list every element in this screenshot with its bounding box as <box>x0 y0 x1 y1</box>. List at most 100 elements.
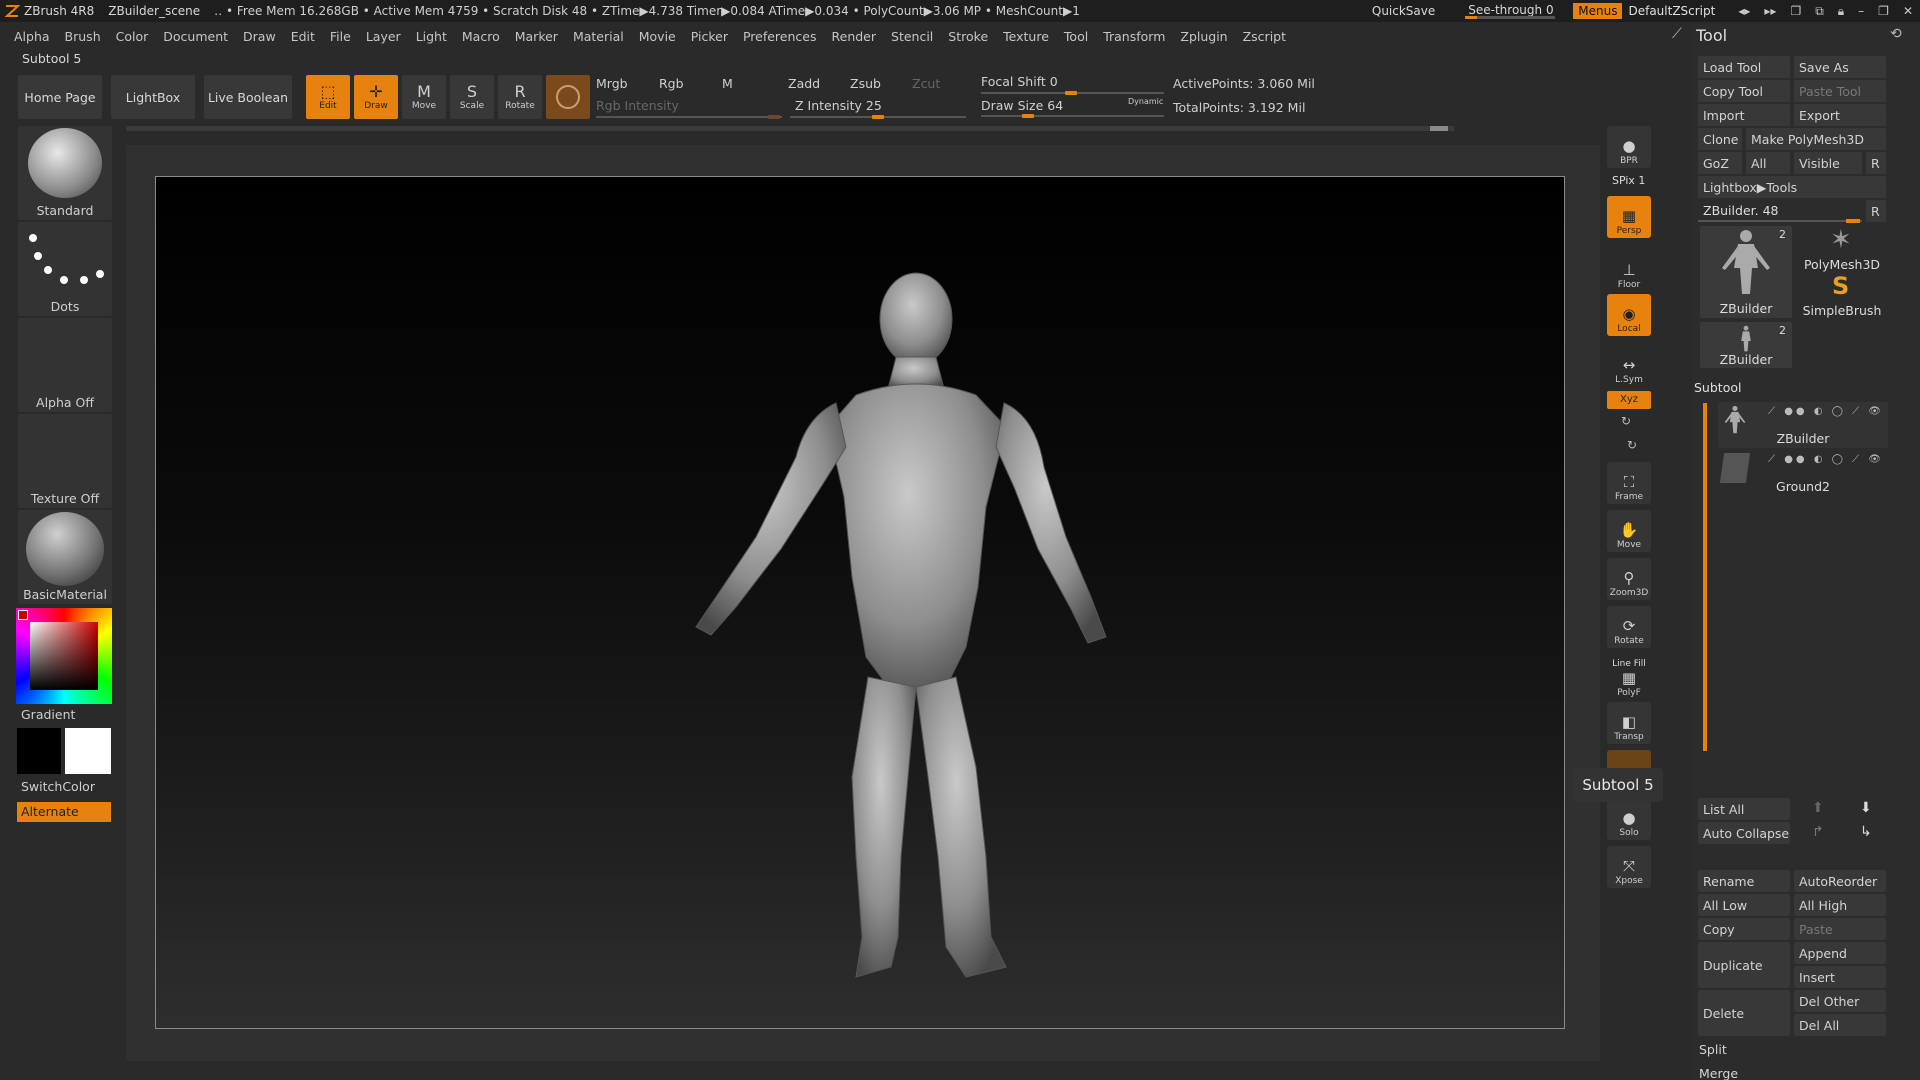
menu-preferences[interactable]: Preferences <box>743 29 817 44</box>
arrow-down-right-icon[interactable]: ↳ <box>1860 824 1872 840</box>
rgb-intensity-slider[interactable]: Rgb Intensity <box>596 98 679 113</box>
home-page-button[interactable]: Home Page <box>18 75 102 119</box>
window-tile-icon[interactable]: ❐ <box>1790 4 1801 18</box>
menu-macro[interactable]: Macro <box>462 29 500 44</box>
paste-tool-button[interactable]: Paste Tool <box>1794 80 1886 102</box>
menu-movie[interactable]: Movie <box>639 29 676 44</box>
menu-stroke[interactable]: Stroke <box>948 29 988 44</box>
menu-render[interactable]: Render <box>832 29 877 44</box>
focal-shift-slider[interactable]: Focal Shift 0 <box>981 74 1058 89</box>
split-section-header[interactable]: Split <box>1694 1038 1886 1060</box>
goz-r-button[interactable]: R <box>1866 152 1886 174</box>
minimize-icon[interactable]: – <box>1858 4 1864 18</box>
all-low-button[interactable]: All Low <box>1698 894 1790 916</box>
color-picker[interactable] <box>16 608 112 704</box>
subtool-ground-toggles[interactable]: ⟋ ●● ◐ ◯ ⟋ 👁︎ <box>1768 454 1884 465</box>
auto-collapse-button[interactable]: Auto Collapse <box>1698 822 1790 844</box>
load-tool-button[interactable]: Load Tool <box>1698 56 1790 78</box>
rotate-y-axis-icon[interactable]: ↻ <box>1621 414 1631 428</box>
move-up-arrow-icon[interactable]: ⬆ <box>1812 800 1824 816</box>
spix-slider[interactable]: SPix 1 <box>1612 174 1645 187</box>
delete-button[interactable]: Delete <box>1698 990 1790 1036</box>
subtool-scrollbar[interactable] <box>1703 403 1707 751</box>
goz-all-button[interactable]: All <box>1746 152 1790 174</box>
lightbox-tools-button[interactable]: Lightbox▶Tools <box>1698 176 1886 198</box>
insert-button[interactable]: Insert <box>1794 966 1886 988</box>
rotate-view-button[interactable]: ⟳ Rotate <box>1607 606 1651 648</box>
solo-button[interactable]: ● Solo <box>1607 798 1651 840</box>
window-tile-2-icon[interactable]: ⧉ <box>1815 4 1824 19</box>
menu-light[interactable]: Light <box>416 29 447 44</box>
tool-thumb-simplebrush[interactable]: S SimpleBrush <box>1796 272 1888 318</box>
draw-size-slider[interactable]: Draw Size 64 <box>981 98 1063 113</box>
menu-layer[interactable]: Layer <box>366 29 401 44</box>
move-down-arrow-icon[interactable]: ⬇ <box>1860 800 1872 816</box>
subtool-section-header[interactable]: Subtool <box>1694 380 1741 395</box>
zadd-toggle[interactable]: Zadd <box>788 76 820 91</box>
material-sphere-button[interactable] <box>546 75 590 119</box>
move-view-button[interactable]: ✋ Move <box>1607 510 1651 552</box>
lsym-button[interactable]: ↔ L.Sym <box>1607 345 1651 387</box>
del-all-button[interactable]: Del All <box>1794 1014 1886 1036</box>
menu-edit[interactable]: Edit <box>291 29 315 44</box>
menu-transform[interactable]: Transform <box>1103 29 1165 44</box>
save-as-button[interactable]: Save As <box>1794 56 1886 78</box>
menu-material[interactable]: Material <box>573 29 624 44</box>
append-button[interactable]: Append <box>1794 942 1886 964</box>
viewport-canvas[interactable] <box>155 176 1565 1029</box>
tool-palette-refresh-icon[interactable]: ⟲ <box>1890 26 1902 42</box>
menu-tool[interactable]: Tool <box>1064 29 1088 44</box>
zcut-toggle[interactable]: Zcut <box>912 76 940 91</box>
list-all-button[interactable]: List All <box>1698 798 1790 820</box>
paste-subtool-button[interactable]: Paste <box>1794 918 1886 940</box>
xyz-button[interactable]: Xyz <box>1607 391 1651 409</box>
primary-color-swatch[interactable] <box>65 728 111 774</box>
make-polymesh3d-button[interactable]: Make PolyMesh3D <box>1746 128 1886 150</box>
menu-alpha[interactable]: Alpha <box>14 29 50 44</box>
goz-button[interactable]: GoZ <box>1698 152 1742 174</box>
xpose-button[interactable]: ⤧ Xpose <box>1607 846 1651 888</box>
zbuilder-r-button[interactable]: R <box>1866 200 1886 222</box>
rgb-toggle[interactable]: Rgb <box>659 76 684 91</box>
menu-document[interactable]: Document <box>163 29 228 44</box>
lightbox-button[interactable]: LightBox <box>111 75 195 119</box>
menu-brush[interactable]: Brush <box>65 29 101 44</box>
shelf-scrollbar[interactable] <box>126 126 1454 131</box>
rotate-mode-button[interactable]: R Rotate <box>498 75 542 119</box>
menu-color[interactable]: Color <box>116 29 149 44</box>
merge-section-header[interactable]: Merge <box>1694 1062 1886 1080</box>
subtool-item-zbuilder[interactable]: ⟋ ●● ◐ ◯ ⟋ 👁︎ ZBuilder <box>1718 402 1888 448</box>
floor-button[interactable]: ⊥ Floor <box>1607 250 1651 292</box>
menu-draw[interactable]: Draw <box>243 29 276 44</box>
lock-icon[interactable]: 🔒︎ <box>1838 4 1844 19</box>
autoreorder-button[interactable]: AutoReorder <box>1794 870 1886 892</box>
menu-picker[interactable]: Picker <box>691 29 728 44</box>
export-button[interactable]: Export <box>1794 104 1886 126</box>
tool-thumb-zbuilder-2[interactable]: 2 ZBuilder <box>1700 322 1792 368</box>
menus-button[interactable]: Menus <box>1573 3 1623 19</box>
zoom3d-button[interactable]: ⚲ Zoom3D <box>1607 558 1651 600</box>
all-high-button[interactable]: All High <box>1794 894 1886 916</box>
copy-tool-button[interactable]: Copy Tool <box>1698 80 1790 102</box>
menu-file[interactable]: File <box>330 29 351 44</box>
move-mode-button[interactable]: M Move <box>402 75 446 119</box>
tool-palette-pin-icon[interactable]: ⟋ <box>1672 26 1682 42</box>
close-icon[interactable]: ✕ <box>1903 4 1913 18</box>
goz-visible-button[interactable]: Visible <box>1794 152 1862 174</box>
secondary-color-swatch[interactable] <box>17 728 61 774</box>
tool-thumb-zbuilder[interactable]: 2 ZBuilder <box>1700 226 1792 318</box>
local-button[interactable]: ◉ Local <box>1607 294 1651 336</box>
menu-stencil[interactable]: Stencil <box>891 29 933 44</box>
quicksave-button[interactable]: QuickSave <box>1372 4 1435 18</box>
restore-icon[interactable]: ❐ <box>1878 4 1889 18</box>
dynamic-toggle[interactable]: Dynamic <box>1128 97 1163 106</box>
rename-button[interactable]: Rename <box>1698 870 1790 892</box>
transp-button[interactable]: ◧ Transp <box>1607 702 1651 744</box>
menu-zscript[interactable]: Zscript <box>1243 29 1286 44</box>
bpr-button[interactable]: ● BPR <box>1607 126 1651 168</box>
arrow-up-right-icon[interactable]: ↱ <box>1812 824 1824 840</box>
live-boolean-button[interactable]: Live Boolean <box>204 75 292 119</box>
layout-toggle-2-icon[interactable]: ▸▸ <box>1764 4 1776 18</box>
subtool-item-ground2[interactable]: ⟋ ●● ◐ ◯ ⟋ 👁︎ Ground2 <box>1718 450 1888 496</box>
m-toggle[interactable]: M <box>722 76 733 91</box>
